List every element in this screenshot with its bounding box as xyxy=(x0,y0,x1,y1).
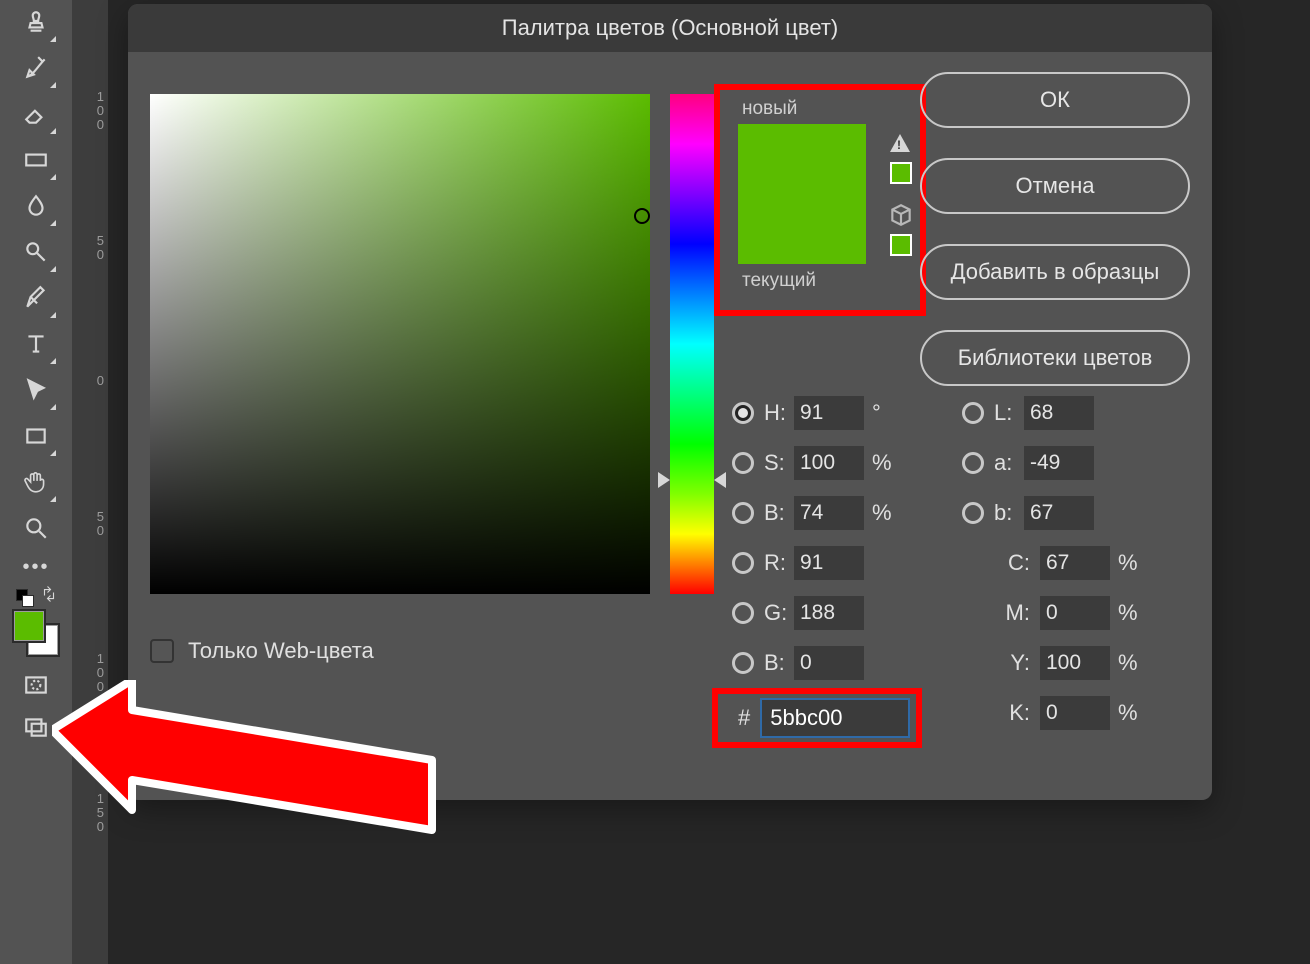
b-unit: % xyxy=(872,500,898,526)
k-label: K: xyxy=(994,700,1030,726)
dodge-tool[interactable] xyxy=(18,234,54,270)
b-label: B: xyxy=(764,500,794,526)
cancel-button[interactable]: Отмена xyxy=(920,158,1190,214)
new-color-label: новый xyxy=(742,98,797,120)
h-label: H: xyxy=(764,400,794,426)
gamut-suggest-swatch[interactable] xyxy=(890,162,912,184)
a-label: a: xyxy=(994,450,1024,476)
hue-slider[interactable] xyxy=(670,94,714,594)
swap-colors-icon[interactable] xyxy=(40,585,58,603)
hex-row: # xyxy=(720,698,910,738)
radio-h[interactable] xyxy=(732,402,754,424)
y-label: Y: xyxy=(994,650,1030,676)
ok-button[interactable]: ОК xyxy=(920,72,1190,128)
rectangle-tool[interactable] xyxy=(18,418,54,454)
r-input[interactable] xyxy=(794,546,864,580)
add-to-swatches-button[interactable]: Добавить в образцы xyxy=(920,244,1190,300)
history-brush-tool[interactable] xyxy=(18,50,54,86)
l-input[interactable] xyxy=(1024,396,1094,430)
g-label: G: xyxy=(764,600,794,626)
color-preview-patch[interactable] xyxy=(738,124,866,264)
stamp-tool[interactable] xyxy=(18,4,54,40)
web-colors-label: Только Web-цвета xyxy=(188,638,374,664)
websafe-warning-icon[interactable] xyxy=(888,202,914,233)
current-color-label: текущий xyxy=(742,270,816,292)
annotation-highlight-hex xyxy=(712,688,922,748)
k-unit: % xyxy=(1118,700,1144,726)
l-label: L: xyxy=(994,400,1024,426)
vertical-ruler: 100 50 0 50 100 150 xyxy=(72,0,108,964)
s-label: S: xyxy=(764,450,794,476)
y-unit: % xyxy=(1118,650,1144,676)
dialog-title: Палитра цветов (Основной цвет) xyxy=(128,4,1212,52)
web-colors-checkbox[interactable] xyxy=(150,639,174,663)
radio-l[interactable] xyxy=(962,402,984,424)
radio-r[interactable] xyxy=(732,552,754,574)
m-label: M: xyxy=(994,600,1030,626)
g-input[interactable] xyxy=(794,596,864,630)
gamut-warning-icon[interactable] xyxy=(890,134,910,152)
hue-handle[interactable] xyxy=(670,94,714,594)
gradient-tool[interactable] xyxy=(18,142,54,178)
radio-lab-b[interactable] xyxy=(962,502,984,524)
default-colors-icon-bg xyxy=(22,595,34,607)
c-label: C: xyxy=(994,550,1030,576)
sv-cursor-icon xyxy=(634,208,650,224)
dialog-buttons: ОК Отмена Добавить в образцы Библиотеки … xyxy=(920,72,1190,416)
web-colors-only-row: Только Web-цвета xyxy=(150,638,374,664)
h-input[interactable] xyxy=(794,396,864,430)
color-libraries-button[interactable]: Библиотеки цветов xyxy=(920,330,1190,386)
lab-b-label: b: xyxy=(994,500,1024,526)
m-input[interactable] xyxy=(1040,596,1110,630)
edit-toolbar-icon[interactable]: ••• xyxy=(0,556,72,579)
r-label: R: xyxy=(764,550,794,576)
hand-tool[interactable] xyxy=(18,464,54,500)
radio-a[interactable] xyxy=(962,452,984,474)
path-select-tool[interactable] xyxy=(18,372,54,408)
color-preview-box: новый текущий xyxy=(724,94,916,306)
s-input[interactable] xyxy=(794,446,864,480)
blur-tool[interactable] xyxy=(18,188,54,224)
quick-mask-icon[interactable] xyxy=(18,667,54,703)
color-picker-dialog: Палитра цветов (Основной цвет) новый тек… xyxy=(128,4,1212,800)
c-input[interactable] xyxy=(1040,546,1110,580)
m-unit: % xyxy=(1118,600,1144,626)
h-unit: ° xyxy=(872,400,898,426)
radio-g[interactable] xyxy=(732,602,754,624)
radio-b[interactable] xyxy=(732,502,754,524)
s-unit: % xyxy=(872,450,898,476)
websafe-suggest-swatch[interactable] xyxy=(890,234,912,256)
zoom-tool[interactable] xyxy=(18,510,54,546)
b-input[interactable] xyxy=(794,496,864,530)
eraser-tool[interactable] xyxy=(18,96,54,132)
color-swatches xyxy=(12,609,60,657)
pen-tool[interactable] xyxy=(18,280,54,316)
k-input[interactable] xyxy=(1040,696,1110,730)
a-input[interactable] xyxy=(1024,446,1094,480)
tool-panel: ••• xyxy=(0,0,72,964)
y-input[interactable] xyxy=(1040,646,1110,680)
radio-b2[interactable] xyxy=(732,652,754,674)
foreground-color-swatch[interactable] xyxy=(12,609,46,643)
default-swap-row xyxy=(12,585,60,605)
lab-b-input[interactable] xyxy=(1024,496,1094,530)
color-fields: H: ° L: S: % a: xyxy=(732,388,1192,738)
rgb-b-label: B: xyxy=(764,650,794,676)
c-unit: % xyxy=(1118,550,1144,576)
saturation-value-field[interactable] xyxy=(150,94,650,594)
screen-mode-icon[interactable] xyxy=(18,709,54,745)
rgb-b-input[interactable] xyxy=(794,646,864,680)
radio-s[interactable] xyxy=(732,452,754,474)
type-tool[interactable] xyxy=(18,326,54,362)
